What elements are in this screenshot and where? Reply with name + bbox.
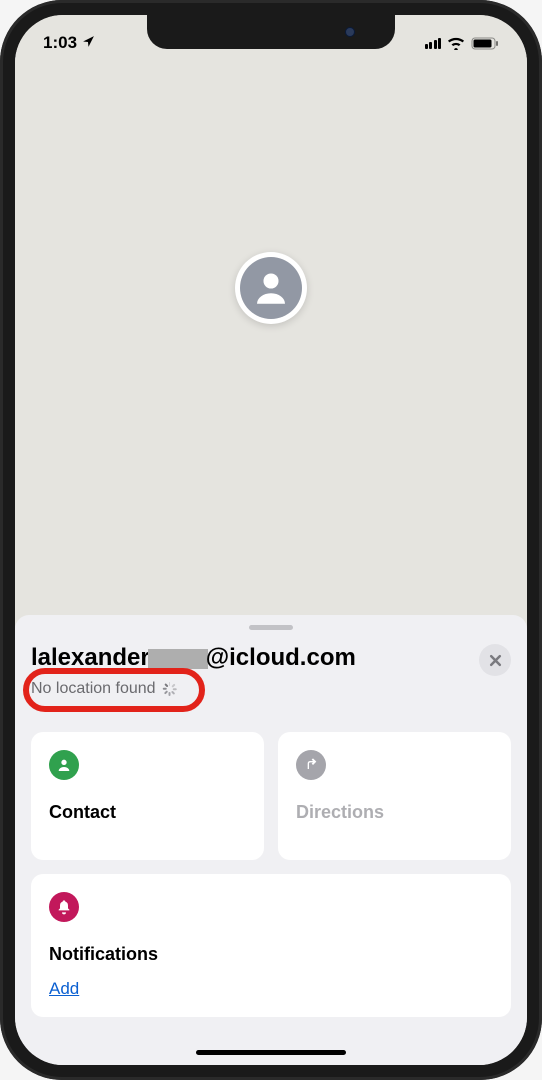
location-status-row: No location found bbox=[31, 680, 511, 698]
contact-card[interactable]: Contact bbox=[31, 732, 264, 860]
home-indicator[interactable] bbox=[196, 1050, 346, 1055]
status-time: 1:03 bbox=[43, 33, 77, 53]
sheet-header: lalexander @icloud.com bbox=[31, 644, 511, 676]
bottom-sheet: lalexander @icloud.com No location found bbox=[15, 615, 527, 1065]
status-bar-left: 1:03 bbox=[43, 33, 95, 53]
screen: 1:03 bbox=[15, 15, 527, 1065]
person-icon bbox=[56, 757, 72, 773]
email-prefix: lalexander bbox=[31, 644, 150, 671]
directions-card-label: Directions bbox=[296, 802, 493, 823]
turn-arrow-icon bbox=[303, 757, 319, 773]
battery-icon bbox=[471, 37, 499, 50]
location-services-icon bbox=[82, 35, 95, 51]
notifications-title: Notifications bbox=[49, 944, 493, 965]
person-silhouette-icon bbox=[240, 257, 302, 319]
bell-icon bbox=[56, 899, 72, 915]
notch bbox=[147, 15, 395, 49]
status-bar-right bbox=[425, 37, 500, 50]
notifications-card: Notifications Add bbox=[31, 874, 511, 1017]
cellular-signal-icon bbox=[425, 38, 442, 49]
add-notification-link[interactable]: Add bbox=[49, 979, 493, 999]
close-button[interactable] bbox=[479, 644, 511, 676]
loading-spinner-icon bbox=[162, 682, 176, 696]
wifi-icon bbox=[447, 37, 465, 50]
front-camera bbox=[345, 27, 355, 37]
location-status-text: No location found bbox=[31, 680, 156, 698]
notifications-icon-wrap bbox=[49, 892, 79, 922]
close-icon bbox=[489, 654, 502, 667]
sheet-grabber[interactable] bbox=[249, 625, 293, 630]
contact-email: lalexander @icloud.com bbox=[31, 644, 356, 672]
map-area[interactable] bbox=[15, 15, 527, 630]
directions-card[interactable]: Directions bbox=[278, 732, 511, 860]
action-cards-row: Contact Directions bbox=[31, 732, 511, 860]
contact-card-icon bbox=[49, 750, 79, 780]
contact-card-label: Contact bbox=[49, 802, 246, 823]
phone-device-frame: 1:03 bbox=[0, 0, 542, 1080]
contact-avatar-marker[interactable] bbox=[235, 252, 307, 324]
email-suffix: @icloud.com bbox=[206, 644, 356, 671]
directions-card-icon bbox=[296, 750, 326, 780]
redacted-text bbox=[148, 649, 208, 669]
